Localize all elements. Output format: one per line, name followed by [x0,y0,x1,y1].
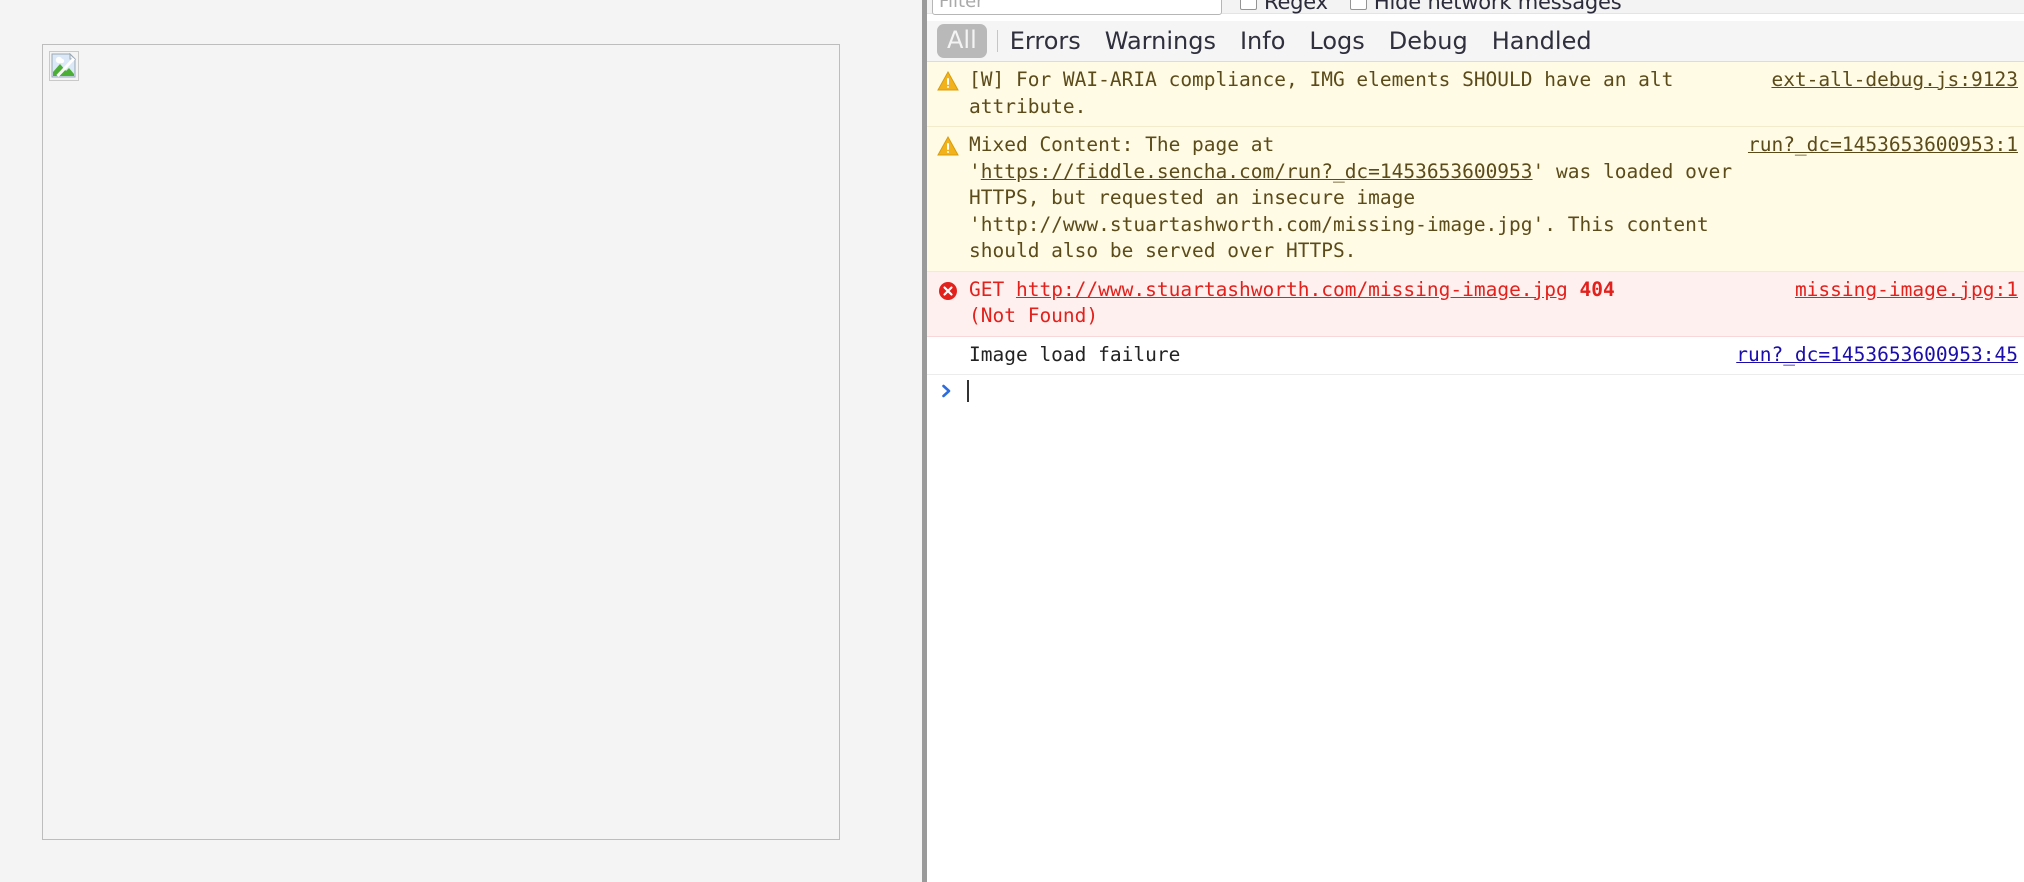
levels-divider [996,30,998,52]
error-circle-icon [937,280,959,302]
no-icon-spacer [937,345,959,367]
console-message-source[interactable]: ext-all-debug.js:9123 [1771,67,2018,94]
mixed-content-link[interactable]: https://fiddle.sencha.com/run?_dc=145365… [981,160,1533,183]
console-message-text: Mixed Content: The page at 'https://fidd… [969,132,1748,265]
console-filter-bar: Regex Hide network messages [927,0,2024,15]
page-content-box [42,44,840,840]
devtools-screenshot: Regex Hide network messages All Errors W… [0,0,2024,882]
regex-option[interactable]: Regex [1240,0,1328,14]
console-message-text: Image load failure [969,342,1181,366]
console-message-text: [W] For WAI-ARIA compliance, IMG element… [969,68,1686,118]
chevron-right-icon [939,383,955,399]
level-filter-all[interactable]: All [937,24,987,58]
console-message-text: GET http://www.stuartashworth.com/missin… [969,277,1795,330]
console-prompt-row[interactable] [927,375,2024,407]
regex-label: Regex [1264,0,1328,14]
level-filter-warnings[interactable]: Warnings [1105,27,1216,55]
warning-triangle-icon [937,135,959,157]
console-message-source[interactable]: run?_dc=1453653600953:1 [1748,132,2018,159]
request-url-link[interactable]: http://www.stuartashworth.com/missing-im… [1016,278,1568,301]
console-message-row[interactable]: Image load failure run?_dc=1453653600953… [927,336,2024,375]
level-filter-handled[interactable]: Handled [1492,27,1592,55]
level-filter-debug[interactable]: Debug [1389,27,1468,55]
level-filter-info[interactable]: Info [1240,27,1285,55]
hide-network-messages-label: Hide network messages [1373,0,1622,14]
http-method: GET [969,277,1005,301]
filter-input[interactable] [932,0,1222,15]
hide-network-messages-checkbox[interactable] [1349,0,1367,10]
status-text: (Not Found) [969,304,1099,327]
console-message-row[interactable]: Mixed Content: The page at 'https://fidd… [927,127,2024,272]
status-code: 404 [1579,277,1615,301]
console-message-row[interactable]: [W] For WAI-ARIA compliance, IMG element… [927,62,2024,127]
console-message-source[interactable]: run?_dc=1453653600953:45 [1736,342,2018,369]
console-levels-bar: All Errors Warnings Info Logs Debug Hand… [927,21,2024,62]
hide-network-messages-option[interactable]: Hide network messages [1349,0,1622,14]
level-filter-errors[interactable]: Errors [1010,27,1081,55]
warning-triangle-icon [937,70,959,92]
console-input-caret[interactable] [967,380,969,402]
level-filter-logs[interactable]: Logs [1309,27,1364,55]
broken-image-icon [49,51,79,81]
console-message-list[interactable]: [W] For WAI-ARIA compliance, IMG element… [927,62,2024,882]
console-pane: Regex Hide network messages All Errors W… [927,0,2024,882]
console-message-source[interactable]: missing-image.jpg:1 [1795,277,2018,304]
regex-checkbox[interactable] [1240,0,1257,10]
page-preview-pane [0,0,922,882]
console-message-row[interactable]: GET http://www.stuartashworth.com/missin… [927,271,2024,337]
